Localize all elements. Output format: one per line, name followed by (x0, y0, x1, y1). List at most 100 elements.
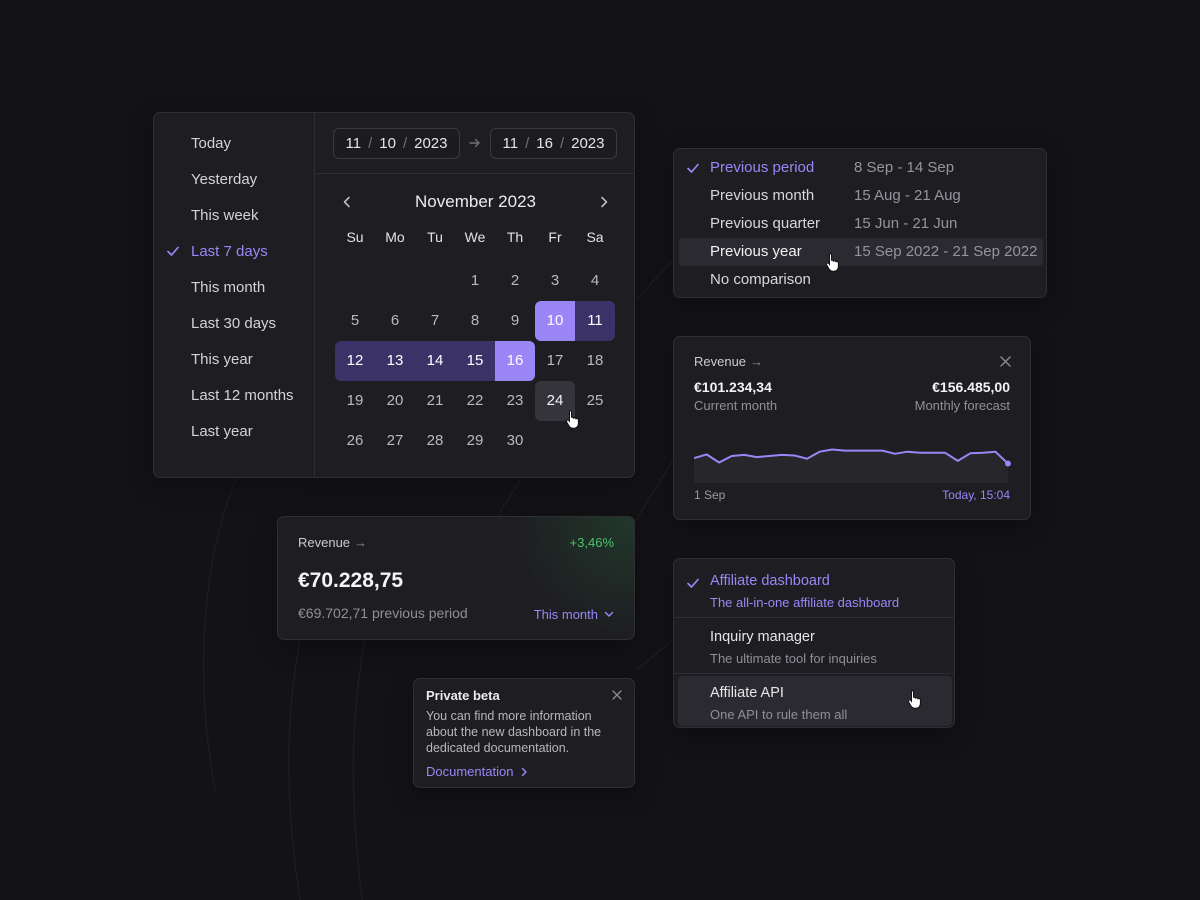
revenue-chart-title-text: Revenue (694, 354, 747, 369)
calendar-day[interactable]: 23 (495, 381, 535, 421)
product-name: Inquiry manager (710, 629, 815, 645)
comparison-menu: Previous period 8 Sep - 14 Sep Previous mo… (673, 148, 1047, 298)
pointer-cursor-icon (565, 410, 579, 429)
chart-point (1005, 460, 1011, 467)
start-date-input[interactable]: 11 / 10 / 2023 (333, 127, 460, 159)
calendar-day[interactable]: 27 (375, 421, 415, 461)
comparison-option-label: Previous quarter (710, 215, 821, 232)
preset-item[interactable]: Last year (154, 420, 314, 456)
preset-item[interactable]: This year (154, 348, 314, 384)
calendar-day[interactable]: 29 (455, 421, 495, 461)
preset-list: Today Yesterday This week Last 7 days This m… (154, 113, 315, 477)
product-item[interactable]: Inquiry manager The ultimate tool for inq… (678, 620, 952, 670)
documentation-link-label: Documentation (426, 764, 514, 779)
month-navigation: November 2023 (315, 174, 634, 228)
preset-item[interactable]: Yesterday (154, 168, 314, 204)
start-month[interactable]: 11 (346, 135, 362, 152)
arrow-right-icon: → (354, 535, 368, 550)
comparison-option-range: 8 Sep - 14 Sep (854, 159, 955, 176)
calendar-day[interactable]: 25 (575, 381, 615, 421)
weekday-label: Mo (385, 229, 405, 245)
comparison-option[interactable]: Previous year 15 Sep 2022 - 21 Sep 2022 (679, 238, 1043, 266)
start-day[interactable]: 10 (379, 135, 396, 152)
calendar-day[interactable]: 18 (575, 341, 615, 381)
comparison-option-range: 15 Jun - 21 Jun (854, 215, 958, 232)
preset-item[interactable]: Today (154, 132, 314, 168)
weekday-label: We (464, 229, 486, 245)
divider (674, 673, 954, 674)
chart-start-label: 1 Sep (694, 488, 726, 502)
chevron-down-icon (604, 611, 614, 618)
calendar-day[interactable]: 7 (415, 301, 455, 341)
preset-item[interactable]: Last 30 days (154, 312, 314, 348)
calendar-day[interactable]: 15 (455, 341, 495, 381)
period-dropdown[interactable]: This month (534, 607, 614, 622)
preset-label: Last 7 days (191, 243, 268, 260)
weekday-label: Tu (427, 229, 443, 245)
calendar-day[interactable]: 14 (415, 341, 455, 381)
calendar-day[interactable]: 4 (575, 261, 615, 301)
divider (674, 617, 954, 618)
arrow-right-icon (460, 136, 490, 151)
chevron-right-icon[interactable] (594, 192, 614, 212)
current-month-label: Current month (694, 398, 778, 413)
close-icon[interactable] (611, 689, 623, 701)
calendar-day[interactable]: 10 (535, 301, 575, 341)
comparison-option-range: 15 Aug - 21 Aug (854, 187, 961, 204)
forecast-value: €156.485,00 (932, 379, 1010, 395)
comparison-option[interactable]: No comparison (679, 266, 1043, 294)
calendar-day[interactable]: 30 (495, 421, 535, 461)
calendar-day[interactable]: 8 (455, 301, 495, 341)
calendar-day[interactable]: 9 (495, 301, 535, 341)
revenue-chart-title[interactable]: Revenue → (694, 354, 763, 369)
revenue-summary-title[interactable]: Revenue → (298, 535, 367, 550)
preset-item[interactable]: Last 7 days (154, 240, 314, 276)
calendar-day[interactable]: 5 (335, 301, 375, 341)
calendar-day[interactable]: 13 (375, 341, 415, 381)
documentation-link[interactable]: Documentation (426, 764, 528, 779)
calendar-day[interactable]: 2 (495, 261, 535, 301)
preset-label: Last year (191, 423, 253, 440)
date-separator: / (368, 134, 373, 152)
comparison-option-label: Previous period (710, 159, 815, 176)
calendar-panel: 11 / 10 / 2023 11 / 16 / 2023 November 2… (315, 113, 634, 477)
product-name: Affiliate dashboard (710, 573, 830, 589)
product-description: One API to rule them all (710, 707, 848, 722)
comparison-option[interactable]: Previous quarter 15 Jun - 21 Jun (679, 210, 1043, 238)
preset-item[interactable]: This month (154, 276, 314, 312)
calendar-day[interactable]: 28 (415, 421, 455, 461)
comparison-option[interactable]: Previous period 8 Sep - 14 Sep (679, 154, 1043, 182)
comparison-option-label: Previous month (710, 187, 815, 204)
start-year[interactable]: 2023 (414, 135, 447, 152)
calendar-day[interactable]: 6 (375, 301, 415, 341)
close-icon[interactable] (998, 354, 1012, 368)
calendar-day[interactable]: 3 (535, 261, 575, 301)
calendar-day[interactable]: 12 (335, 341, 375, 381)
date-separator: / (525, 134, 530, 152)
end-year[interactable]: 2023 (571, 135, 604, 152)
forecast-label: Monthly forecast (914, 398, 1010, 413)
calendar-day[interactable]: 11 (575, 301, 615, 341)
chart-end-label: Today, 15:04 (942, 488, 1010, 502)
end-day[interactable]: 16 (536, 135, 553, 152)
previous-period-text: €69.702,71 previous period (298, 605, 468, 621)
calendar-day[interactable]: 16 (495, 341, 535, 381)
calendar-day[interactable]: 21 (415, 381, 455, 421)
end-date-input[interactable]: 11 / 16 / 2023 (490, 127, 617, 159)
calendar-day[interactable]: 20 (375, 381, 415, 421)
comparison-option-range: 15 Sep 2022 - 21 Sep 2022 (854, 243, 1038, 260)
calendar-day[interactable]: 17 (535, 341, 575, 381)
calendar-day[interactable]: 22 (455, 381, 495, 421)
product-item[interactable]: Affiliate dashboard The all-in-one affili… (678, 564, 952, 614)
preset-item[interactable]: Last 12 months (154, 384, 314, 420)
check-icon (166, 244, 180, 258)
preset-label: Last 12 months (191, 387, 294, 404)
comparison-option[interactable]: Previous month 15 Aug - 21 Aug (679, 182, 1043, 210)
date-range-picker: Today Yesterday This week Last 7 days This m… (153, 112, 635, 478)
calendar-day[interactable]: 1 (455, 261, 495, 301)
calendar-day[interactable]: 19 (335, 381, 375, 421)
check-icon (686, 576, 700, 590)
preset-item[interactable]: This week (154, 204, 314, 240)
calendar-day[interactable]: 26 (335, 421, 375, 461)
end-month[interactable]: 11 (503, 135, 519, 152)
